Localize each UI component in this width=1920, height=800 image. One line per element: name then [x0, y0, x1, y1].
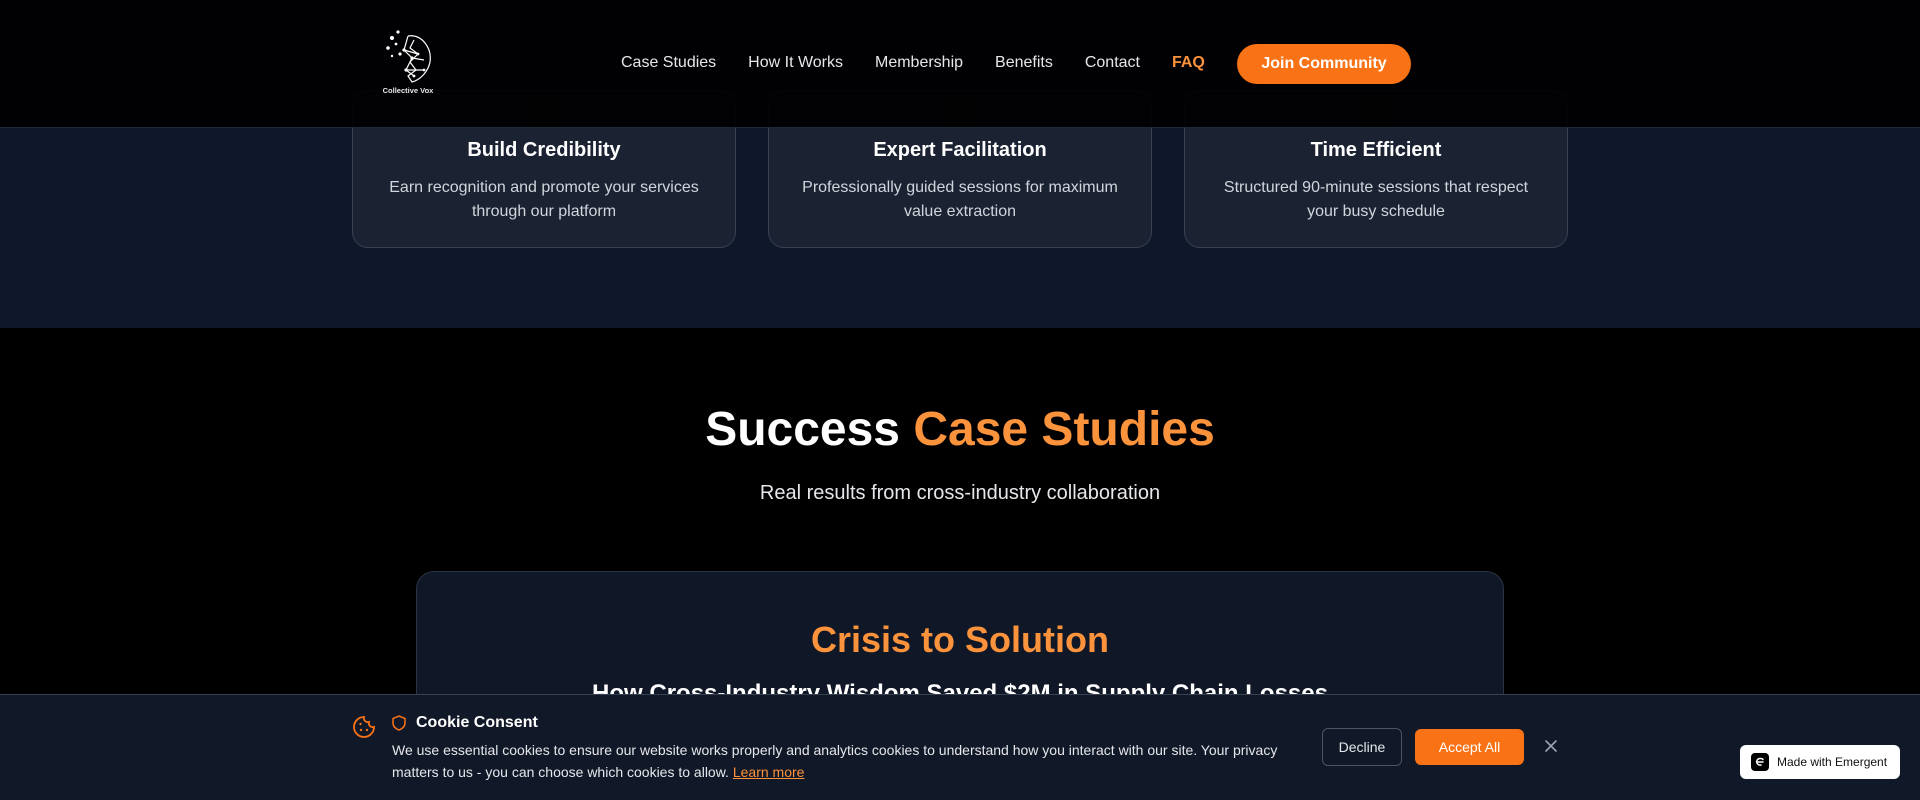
- emergent-logo-icon: [1751, 753, 1769, 771]
- nav-benefits[interactable]: Benefits: [995, 53, 1053, 73]
- logo[interactable]: Collective Vox: [378, 26, 438, 98]
- nav-how-it-works[interactable]: How It Works: [748, 53, 843, 73]
- feature-title: Expert Facilitation: [873, 139, 1047, 161]
- accept-all-button[interactable]: Accept All: [1415, 729, 1524, 765]
- learn-more-link[interactable]: Learn more: [733, 764, 805, 780]
- main-nav: Case Studies How It Works Membership Ben…: [621, 53, 1237, 73]
- nav-faq[interactable]: FAQ: [1172, 53, 1205, 73]
- cookie-title: Cookie Consent: [416, 714, 538, 731]
- feature-description: Structured 90-minute sessions that respe…: [1223, 179, 1529, 220]
- cookie-icon: [353, 716, 375, 738]
- logo-icon: [386, 30, 431, 83]
- feature-title: Time Efficient: [1310, 139, 1442, 161]
- nav-contact[interactable]: Contact: [1085, 53, 1140, 73]
- cookie-banner: Cookie Consent We use essential cookies …: [0, 694, 1920, 800]
- feature-title: Build Credibility: [467, 139, 621, 161]
- case-studies-heading: Success Case Studies: [0, 400, 1920, 460]
- decline-button[interactable]: Decline: [1322, 728, 1402, 766]
- made-with-emergent-badge[interactable]: Made with Emergent: [1740, 745, 1900, 779]
- nav-case-studies[interactable]: Case Studies: [621, 53, 716, 73]
- heading-plain: Success: [705, 403, 900, 456]
- cookie-text: We use essential cookies to ensure our w…: [392, 739, 1292, 783]
- feature-description: Professionally guided sessions for maxim…: [802, 179, 1118, 220]
- join-community-button[interactable]: Join Community: [1237, 44, 1411, 84]
- feature-description: Earn recognition and promote your servic…: [389, 179, 699, 220]
- close-icon[interactable]: [1544, 739, 1558, 753]
- nav-membership[interactable]: Membership: [875, 53, 963, 73]
- case-study-title: Crisis to Solution: [810, 619, 1109, 660]
- case-studies-subtitle: Real results from cross-industry collabo…: [759, 482, 1161, 504]
- heading-accent: Case Studies: [913, 403, 1215, 456]
- logo-text: Collective Vox: [382, 86, 434, 95]
- cookie-body: We use essential cookies to ensure our w…: [392, 742, 1278, 780]
- site-header: Collective Vox Case Studies How It Works…: [0, 0, 1920, 128]
- shield-icon: [392, 715, 406, 731]
- badge-label: Made with Emergent: [1777, 755, 1888, 769]
